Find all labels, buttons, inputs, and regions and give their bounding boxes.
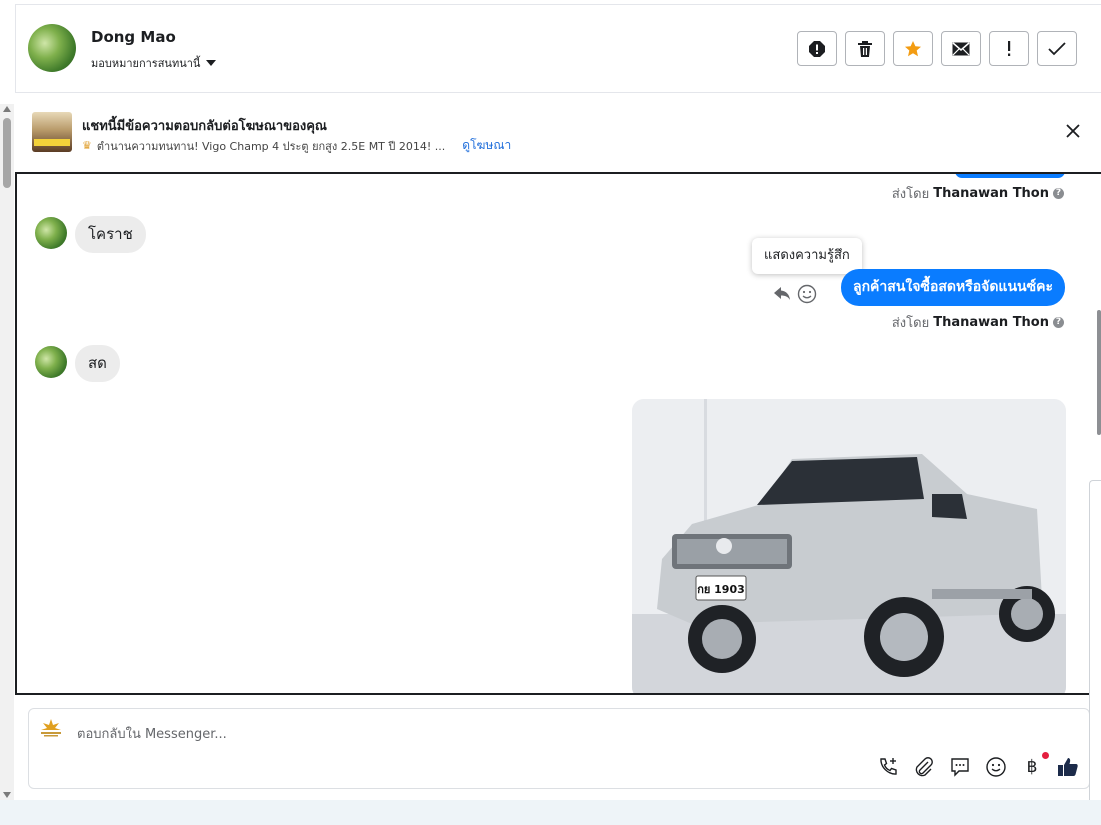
contact-avatar[interactable] (28, 24, 76, 72)
sent-by-prefix: ส่งโดย (891, 187, 930, 202)
chat-bubble-icon (951, 758, 969, 777)
sent-by-prefix: ส่งโดย (891, 316, 930, 331)
assign-conversation-dropdown[interactable]: มอบหมายการสนทนานี้ (91, 54, 217, 72)
thumbs-up-icon (1058, 758, 1078, 776)
page-logo-icon (41, 719, 61, 737)
scrollbar-thumb[interactable] (3, 118, 11, 188)
license-plate: กย 1903 (697, 583, 745, 596)
reply-icon[interactable] (773, 286, 791, 302)
outgoing-bubble-fragment (955, 174, 1065, 178)
envelope-icon (952, 41, 970, 55)
delete-button[interactable] (845, 31, 885, 66)
incoming-message[interactable]: โคราช (75, 216, 146, 253)
right-scrollbar-thumb[interactable] (1097, 310, 1101, 435)
sent-by-line: ส่งโดย Thanawan Thon ? (892, 183, 1064, 204)
assign-label: มอบหมายการสนทนานี้ (91, 57, 201, 70)
check-icon (1048, 41, 1066, 55)
exclamation-icon (1008, 40, 1011, 56)
report-icon (809, 40, 825, 57)
sent-by-line: ส่งโดย Thanawan Thon ? (892, 312, 1064, 333)
message-hover-tools (773, 284, 817, 304)
composer-tools: ฿ (877, 752, 1079, 778)
ad-banner-description-row: ♛ ตำนานความทนทาน! Vigo Champ 4 ประตู ยกส… (82, 136, 511, 155)
reply-composer[interactable]: ตอบกลับใน Messenger... ฿ (28, 708, 1090, 789)
sent-by-name: Thanawan Thon (933, 315, 1049, 330)
contact-name[interactable]: Dong Mao (91, 28, 176, 46)
ad-banner-title: แชทนี้มีข้อความตอบกลับต่อโฆษณาของคุณ (82, 119, 327, 134)
help-icon[interactable]: ? (1053, 317, 1064, 328)
conversation-header: Dong Mao มอบหมายการสนทนานี้ (15, 4, 1101, 93)
report-button[interactable] (797, 31, 837, 66)
attach-button[interactable] (913, 756, 935, 778)
ad-reply-banner: แชทนี้มีข้อความตอบกลับต่อโฆษณาของคุณ ♛ ต… (15, 93, 1101, 171)
help-icon[interactable]: ? (1053, 188, 1064, 199)
chat-scrollbar[interactable] (0, 104, 14, 800)
mark-unread-button[interactable] (941, 31, 981, 66)
side-panel-edge (1089, 480, 1101, 810)
contact-avatar-small (35, 217, 67, 249)
phone-plus-icon (880, 758, 897, 775)
thumbnail-banner-strip (34, 139, 70, 146)
paperclip-icon (915, 757, 933, 777)
payment-button[interactable]: ฿ (1021, 752, 1049, 778)
like-button[interactable] (1057, 756, 1079, 778)
contact-avatar-small (35, 346, 67, 378)
outgoing-message[interactable]: ลูกค้าสนใจซื้อสดหรือจัดแนนซ์คะ (841, 269, 1065, 306)
ad-description: ตำนานความทนทาน! Vigo Champ 4 ประตู ยกสูง… (96, 139, 446, 153)
smiley-icon[interactable] (797, 284, 817, 304)
sent-by-name: Thanawan Thon (933, 186, 1049, 201)
saved-replies-button[interactable] (949, 756, 971, 778)
emoji-button[interactable] (985, 756, 1007, 778)
call-button[interactable] (877, 756, 899, 778)
star-icon (905, 40, 921, 56)
caret-down-icon (206, 60, 217, 66)
car-photo-attachment[interactable]: กย 1903 (632, 399, 1066, 693)
mark-done-button[interactable] (1037, 31, 1077, 66)
trash-icon (858, 40, 872, 57)
baht-icon: ฿ (1026, 757, 1038, 777)
close-icon[interactable] (1065, 123, 1081, 139)
messenger-inbox: Dong Mao มอบหมายการสนทนานี้ แชทนี้มีข้อค… (0, 0, 1101, 825)
scroll-up-arrow[interactable] (3, 106, 11, 112)
crown-icon: ♛ (82, 139, 92, 152)
pickup-truck-image: กย 1903 (632, 399, 1066, 693)
view-ad-link[interactable]: ดูโฆษณา (462, 136, 511, 155)
page-bottom-band (0, 800, 1101, 825)
scroll-down-arrow[interactable] (3, 792, 11, 798)
star-button[interactable] (893, 31, 933, 66)
ad-thumbnail[interactable] (32, 112, 72, 152)
incoming-message[interactable]: สด (75, 345, 120, 382)
header-actions (797, 31, 1077, 66)
react-tooltip: แสดงความรู้สึก (752, 238, 862, 274)
smiley-icon (986, 757, 1006, 777)
notification-dot (1042, 752, 1049, 759)
mark-spam-button[interactable] (989, 31, 1029, 66)
message-thread[interactable]: ส่งโดย Thanawan Thon ? โคราช แสดงความรู้… (15, 172, 1101, 695)
reply-input[interactable]: ตอบกลับใน Messenger... (77, 723, 227, 744)
